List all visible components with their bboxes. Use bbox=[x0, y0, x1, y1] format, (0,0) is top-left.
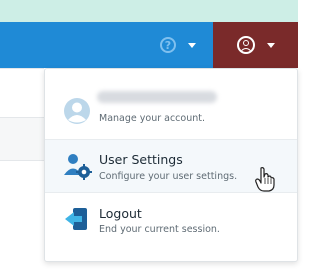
logout-title: Logout bbox=[99, 206, 142, 221]
menu-item-logout[interactable]: Logout End your current session. bbox=[45, 195, 297, 249]
user-settings-title: User Settings bbox=[99, 152, 183, 167]
user-menu-button[interactable] bbox=[213, 22, 298, 68]
avatar-icon bbox=[64, 98, 90, 124]
chevron-down-icon bbox=[266, 42, 275, 48]
user-settings-icon bbox=[64, 154, 92, 180]
background-band bbox=[0, 118, 44, 160]
navbar: ? bbox=[0, 22, 298, 68]
hand-cursor-icon bbox=[255, 167, 275, 192]
user-settings-subtitle: Configure your user settings. bbox=[99, 171, 238, 182]
menu-item-account[interactable]: Manage your account. bbox=[45, 83, 297, 139]
help-menu-button[interactable]: ? bbox=[150, 22, 206, 68]
chevron-down-icon bbox=[188, 42, 196, 48]
logout-icon bbox=[65, 208, 87, 230]
divider bbox=[0, 68, 44, 69]
account-subtitle: Manage your account. bbox=[99, 113, 206, 124]
account-email bbox=[97, 91, 217, 103]
user-dropdown-menu: Manage your account. User Settings Confi… bbox=[44, 68, 298, 262]
logout-subtitle: End your current session. bbox=[99, 224, 220, 235]
user-circle-icon bbox=[236, 36, 255, 54]
divider bbox=[0, 160, 44, 161]
help-icon: ? bbox=[160, 37, 176, 53]
top-strip bbox=[0, 0, 298, 22]
